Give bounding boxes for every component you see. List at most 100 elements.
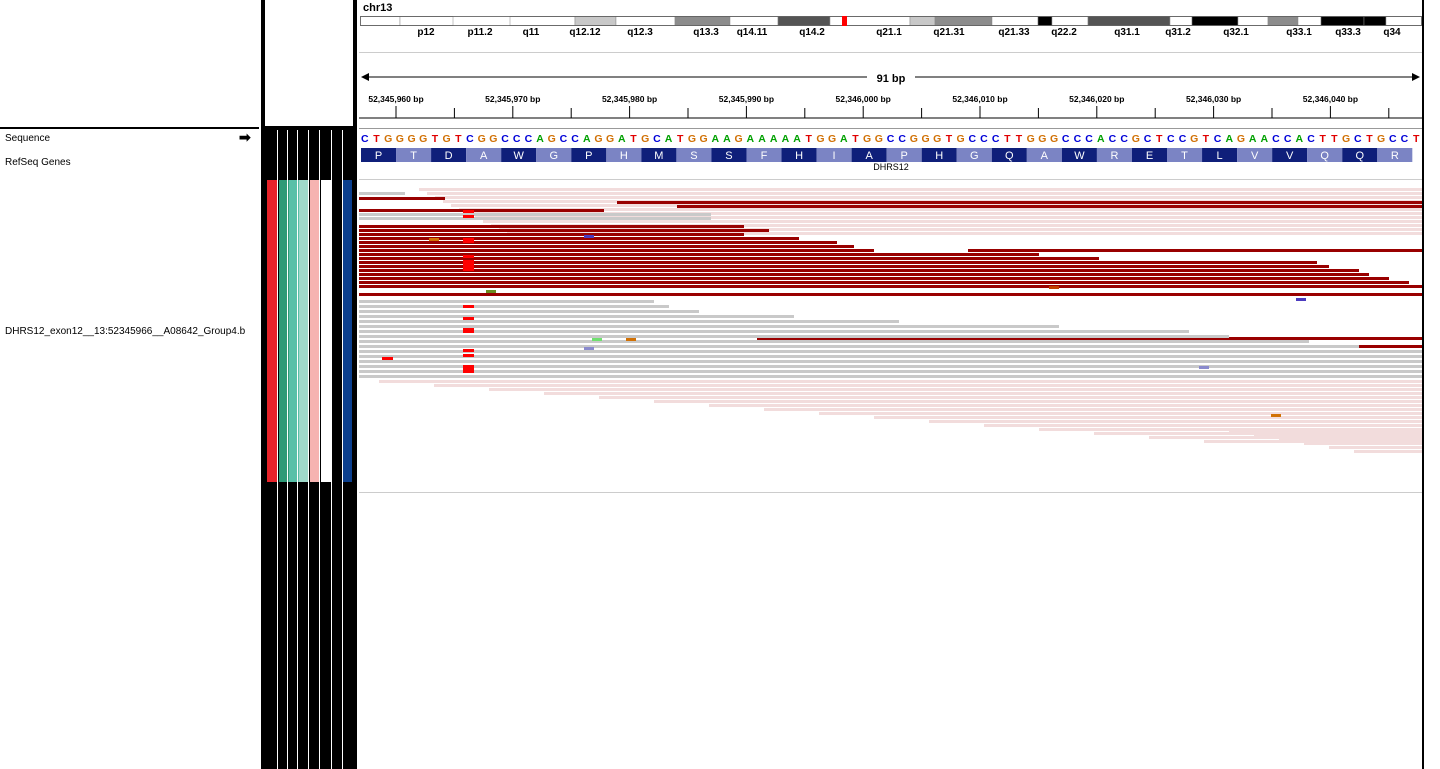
base: G — [443, 133, 451, 145]
attribute-gap — [331, 130, 332, 769]
base: G — [1132, 133, 1140, 145]
aligned-read — [764, 408, 1422, 411]
aligned-read — [489, 388, 1422, 391]
base: C — [525, 133, 533, 145]
amino-acid: P — [901, 150, 908, 162]
base: C — [653, 133, 661, 145]
mismatch — [463, 370, 474, 373]
base: C — [1179, 133, 1187, 145]
aligned-read — [359, 241, 837, 244]
band — [1267, 16, 1299, 26]
span-arrow-right — [1412, 73, 1420, 81]
aligned-read — [359, 305, 669, 308]
base: C — [466, 133, 474, 145]
band-label: q13.3 — [693, 27, 719, 38]
mismatch — [584, 347, 594, 350]
attribute-cell[interactable] — [267, 180, 277, 482]
base: T — [852, 133, 859, 145]
aligned-read — [359, 355, 1422, 358]
band-label: q21.33 — [998, 27, 1030, 38]
attribute-header — [265, 0, 353, 126]
aligned-read — [359, 360, 1422, 363]
attribute-cell[interactable] — [321, 180, 331, 482]
aligned-read — [359, 325, 1059, 328]
aligned-read — [359, 217, 711, 220]
base: T — [1319, 133, 1326, 145]
aligned-read — [1254, 434, 1422, 437]
aligned-read — [359, 213, 711, 216]
band-labels: p12 p11.2 q11 q12.12 q12.3 q13.3 q14.11 q14.2 q2… — [360, 27, 1422, 41]
alignment-track-name[interactable]: DHRS12_exon12__13:52345966__A08642_Group… — [5, 326, 245, 337]
aligned-read — [819, 412, 1422, 415]
aligned-read — [434, 384, 1422, 387]
mismatch — [463, 210, 474, 213]
mismatch — [463, 305, 474, 308]
base: C — [1085, 133, 1093, 145]
band-label: q12.3 — [627, 27, 653, 38]
band — [1363, 16, 1387, 26]
base: C — [560, 133, 568, 145]
attribute-gap — [297, 130, 298, 769]
amino-acid: T — [1181, 150, 1188, 162]
band — [729, 16, 779, 26]
band-label: q33.3 — [1335, 27, 1361, 38]
mismatch — [463, 317, 474, 320]
aligned-read — [359, 315, 794, 318]
aligned-read — [874, 416, 1422, 419]
attribute-gap — [287, 130, 288, 769]
amino-acid-track[interactable]: PTDAWGPHMSSFHIAPHGQAWRETLVVQQR — [359, 148, 1422, 163]
aligned-read — [359, 293, 1422, 296]
mismatch — [1199, 366, 1209, 369]
aligned-read — [427, 192, 1422, 195]
band — [1385, 16, 1422, 26]
refseq-track-name[interactable]: RefSeq Genes — [5, 157, 71, 168]
aligned-read — [359, 370, 1422, 373]
alignment-reads[interactable] — [359, 180, 1422, 500]
strand-arrow-icon[interactable]: ➡ — [239, 130, 251, 144]
amino-acid: T — [410, 150, 417, 162]
aligned-read — [359, 265, 1329, 268]
base: A — [583, 133, 591, 145]
reference-sequence[interactable]: CTGGGGTGTCGGCCCAGCCAGGATGCATGGAAGAAAAATG… — [359, 131, 1422, 145]
band-label: q14.11 — [736, 27, 768, 38]
mismatch — [463, 349, 474, 352]
tick-label: 52,346,000 bp — [836, 94, 891, 104]
base: C — [992, 133, 1000, 145]
mismatch — [463, 255, 474, 258]
attribute-cell[interactable] — [343, 180, 352, 482]
header-divider — [0, 127, 259, 129]
band — [1320, 16, 1365, 26]
ruler[interactable]: 91 bp 52,345,960 bp 52,345,970 bp 52,345,98… — [359, 60, 1422, 130]
amino-acid: G — [549, 150, 558, 162]
aligned-read — [359, 253, 1039, 256]
mismatch — [463, 365, 474, 368]
aligned-read — [359, 335, 1229, 338]
base: A — [618, 133, 626, 145]
amino-acid: F — [761, 150, 768, 162]
chromosome-ideogram[interactable] — [360, 16, 1422, 26]
base: C — [571, 133, 579, 145]
aligned-read — [359, 340, 1309, 343]
aligned-read — [359, 233, 744, 236]
base: A — [665, 133, 673, 145]
aligned-read — [359, 285, 1422, 288]
attribute-gap — [342, 130, 343, 769]
amino-acid: W — [1074, 150, 1085, 162]
base: A — [1249, 133, 1257, 145]
base: C — [1389, 133, 1397, 145]
base: G — [1027, 133, 1035, 145]
tick-label: 52,346,010 bp — [952, 94, 1007, 104]
base: T — [806, 133, 813, 145]
sequence-track-name[interactable]: Sequence — [5, 133, 50, 144]
base: C — [361, 133, 369, 145]
aligned-read — [1329, 446, 1422, 449]
base: A — [723, 133, 731, 145]
gene-label[interactable]: DHRS12 — [873, 162, 909, 172]
aligned-read — [1354, 450, 1422, 453]
amino-acid: E — [1146, 150, 1153, 162]
span-arrow-left — [361, 73, 369, 81]
base: G — [606, 133, 614, 145]
band — [615, 16, 676, 26]
base: G — [1050, 133, 1058, 145]
base: A — [1225, 133, 1233, 145]
